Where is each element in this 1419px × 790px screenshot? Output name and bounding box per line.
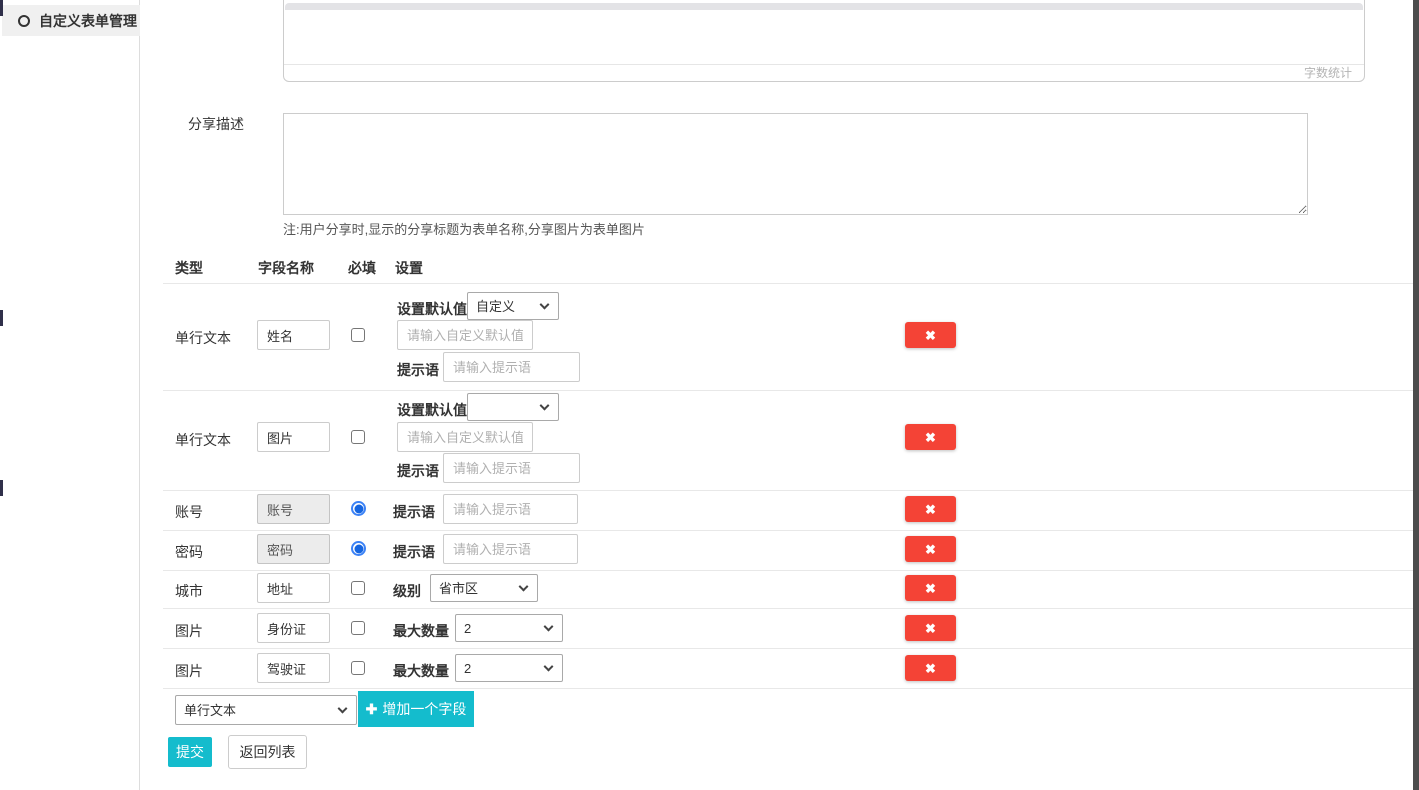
- rich-text-editor[interactable]: 字数统计: [283, 0, 1365, 82]
- remove-field-button[interactable]: ✖: [905, 655, 956, 681]
- field-name-input[interactable]: [257, 613, 330, 643]
- field-name-input[interactable]: [257, 573, 330, 603]
- page: 自定义表单管理 字数统计 分享描述 注:用户分享时,显示的分享标题为表单名称,分…: [0, 0, 1419, 790]
- remove-field-button[interactable]: ✖: [905, 536, 956, 562]
- field-name-input[interactable]: [257, 320, 330, 350]
- hint-label: 提示语: [397, 461, 439, 481]
- row-type-label: 账号: [175, 502, 203, 522]
- divider: [163, 490, 1413, 491]
- remove-field-button[interactable]: ✖: [905, 424, 956, 450]
- header-type: 类型: [175, 258, 203, 278]
- max-count-select-control[interactable]: 2: [455, 654, 563, 682]
- custom-default-input[interactable]: [397, 422, 533, 452]
- max-count-select[interactable]: 2: [455, 614, 563, 642]
- required-checkbox[interactable]: [351, 621, 365, 635]
- required-checkbox[interactable]: [351, 328, 365, 342]
- max-count-select[interactable]: 2: [455, 654, 563, 682]
- remove-field-button[interactable]: ✖: [905, 615, 956, 641]
- required-radio-checked[interactable]: [351, 501, 366, 516]
- required-checkbox[interactable]: [351, 430, 365, 444]
- sidebar-item-custom-form[interactable]: 自定义表单管理: [2, 5, 140, 36]
- share-note: 注:用户分享时,显示的分享标题为表单名称,分享图片为表单图片: [283, 219, 645, 238]
- header-field-name: 字段名称: [258, 258, 314, 278]
- hint-input[interactable]: [443, 453, 580, 483]
- max-count-label: 最大数量: [393, 621, 449, 641]
- default-value-select-control[interactable]: 自定义: [467, 292, 559, 320]
- row-type-label: 密码: [175, 542, 203, 562]
- divider: [163, 608, 1413, 609]
- divider: [163, 530, 1413, 531]
- default-value-select[interactable]: [467, 393, 559, 421]
- new-field-type-select-control[interactable]: 单行文本: [175, 695, 357, 725]
- divider: [163, 390, 1413, 391]
- required-checkbox[interactable]: [351, 581, 365, 595]
- field-name-input-disabled: [257, 494, 330, 524]
- row-type-label: 单行文本: [175, 430, 231, 450]
- required-radio-checked[interactable]: [351, 541, 366, 556]
- remove-field-button[interactable]: ✖: [905, 496, 956, 522]
- default-value-label: 设置默认值: [397, 299, 467, 319]
- share-desc-textarea[interactable]: [283, 113, 1308, 215]
- divider: [163, 688, 1413, 689]
- level-select-control[interactable]: 省市区: [430, 574, 538, 602]
- sidebar: 自定义表单管理: [0, 0, 140, 790]
- remove-field-button[interactable]: ✖: [905, 322, 956, 348]
- hint-input[interactable]: [443, 534, 578, 564]
- divider: [163, 283, 1413, 284]
- max-count-select-control[interactable]: 2: [455, 614, 563, 642]
- row-type-label: 城市: [175, 581, 203, 601]
- share-desc-label: 分享描述: [188, 114, 244, 134]
- hint-input[interactable]: [443, 352, 580, 382]
- default-value-select[interactable]: 自定义: [467, 292, 559, 320]
- custom-default-input[interactable]: [397, 320, 533, 350]
- default-value-select-control[interactable]: [467, 393, 559, 421]
- row-type-label: 图片: [175, 661, 203, 681]
- level-select[interactable]: 省市区: [430, 574, 538, 602]
- row-type-label: 单行文本: [175, 328, 231, 348]
- divider: [163, 570, 1413, 571]
- editor-toolbar-edge: [285, 3, 1363, 10]
- level-label: 级别: [393, 581, 421, 601]
- word-count-label: 字数统计: [284, 64, 1364, 81]
- divider: [163, 648, 1413, 649]
- header-required: 必填: [348, 258, 376, 278]
- edge-artifact: [0, 310, 3, 326]
- row-type-label: 图片: [175, 621, 203, 641]
- plus-icon: ✚: [366, 701, 378, 718]
- hint-label: 提示语: [397, 360, 439, 380]
- back-to-list-button[interactable]: 返回列表: [228, 735, 307, 769]
- field-name-input-disabled: [257, 534, 330, 564]
- circle-bullet-icon: [18, 15, 30, 27]
- edge-artifact: [0, 480, 3, 496]
- hint-label: 提示语: [393, 502, 435, 522]
- vertical-scrollbar[interactable]: [1413, 0, 1419, 790]
- hint-input[interactable]: [443, 494, 578, 524]
- header-settings: 设置: [395, 258, 423, 278]
- add-field-button[interactable]: ✚ 增加一个字段: [358, 691, 474, 727]
- field-name-input[interactable]: [257, 422, 330, 452]
- new-field-type-select[interactable]: 单行文本: [175, 695, 357, 725]
- default-value-label: 设置默认值: [397, 400, 467, 420]
- submit-button[interactable]: 提交: [168, 737, 212, 767]
- field-name-input[interactable]: [257, 653, 330, 683]
- required-checkbox[interactable]: [351, 661, 365, 675]
- remove-field-button[interactable]: ✖: [905, 575, 956, 601]
- sidebar-item-label: 自定义表单管理: [39, 11, 137, 31]
- max-count-label: 最大数量: [393, 661, 449, 681]
- hint-label: 提示语: [393, 542, 435, 562]
- edge-artifact: [0, 0, 3, 16]
- add-field-button-label: 增加一个字段: [382, 699, 466, 719]
